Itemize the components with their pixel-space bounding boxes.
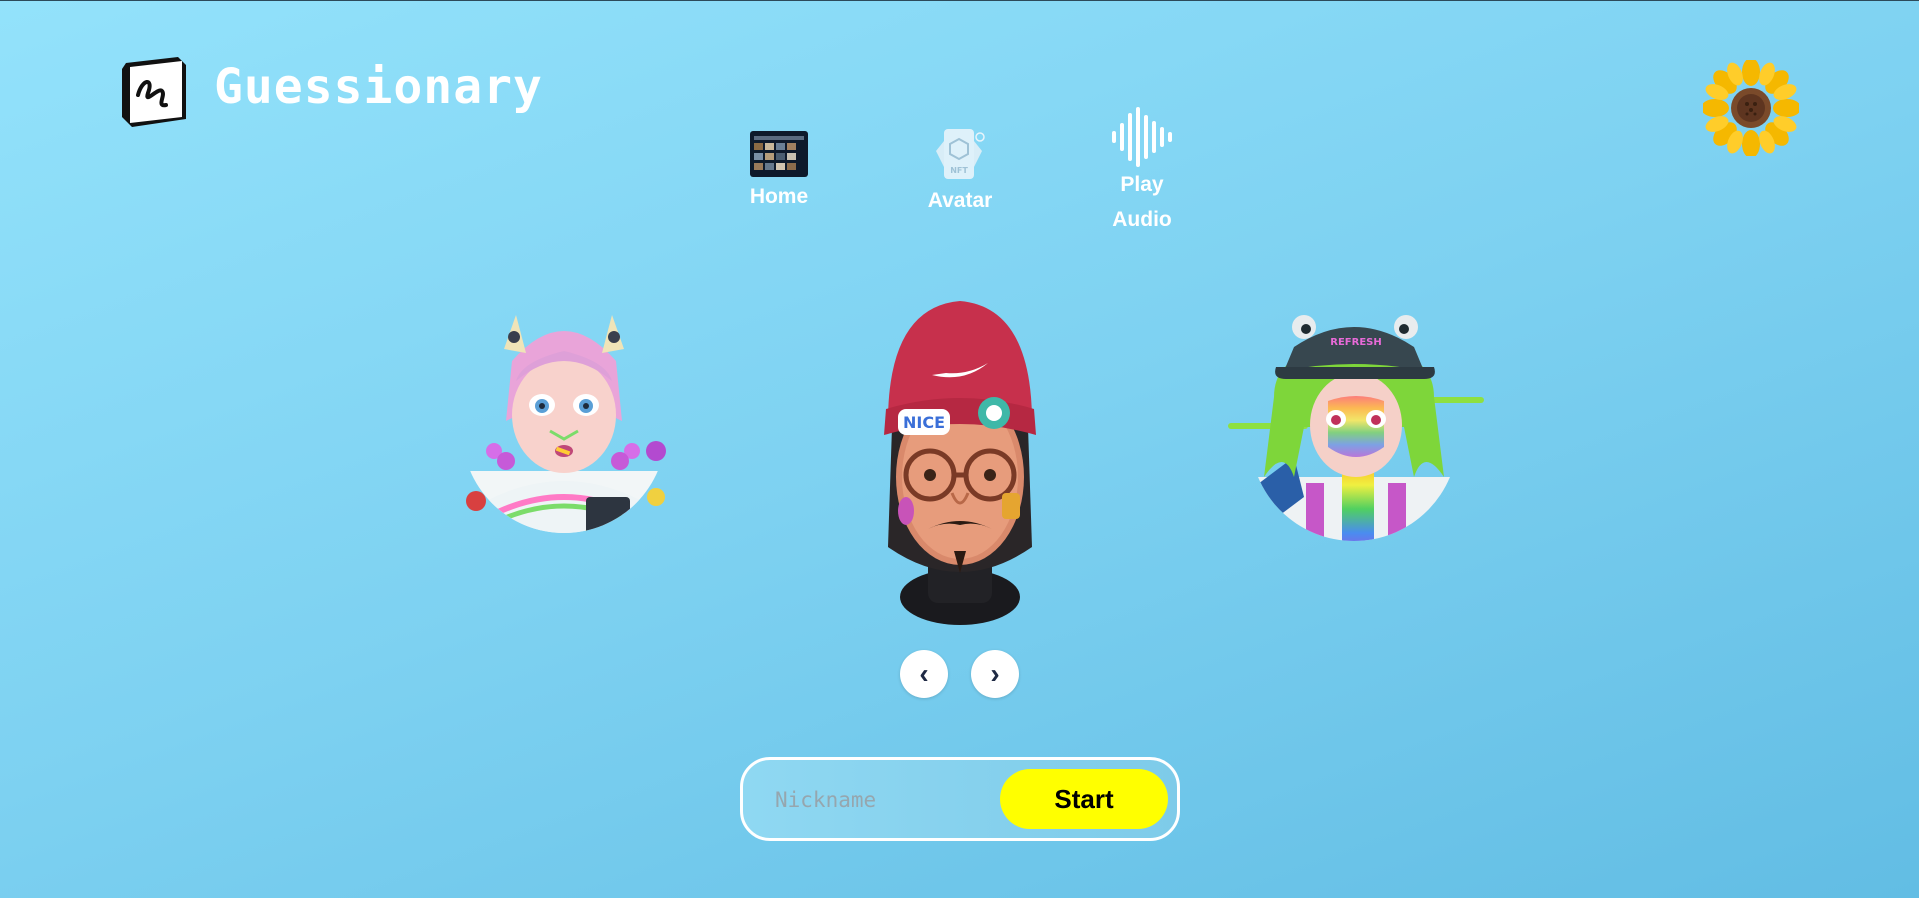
- nav-home[interactable]: Home: [744, 129, 814, 214]
- prev-avatar-button[interactable]: ‹: [900, 650, 948, 698]
- app-title: Guessionary: [214, 59, 543, 115]
- nav-play-audio-label: Play Audio: [1112, 173, 1172, 231]
- avatar-center-badge: NICE: [903, 413, 945, 432]
- nickname-input[interactable]: [773, 778, 977, 822]
- sound-wave-icon: [1112, 107, 1172, 167]
- chevron-right-icon: ›: [990, 658, 1000, 689]
- avatar-right[interactable]: REFRESH: [1224, 307, 1484, 567]
- sunflower-icon[interactable]: [1703, 60, 1799, 156]
- nav-home-label: Home: [749, 185, 809, 208]
- nav-avatar[interactable]: NFT Avatar: [918, 127, 1002, 218]
- scribble-box-logo-icon: [122, 57, 186, 127]
- start-button[interactable]: Start: [1000, 769, 1168, 829]
- nickname-form: Start: [740, 757, 1180, 841]
- chevron-left-icon: ‹: [919, 658, 929, 689]
- nft-cube-icon: NFT: [936, 129, 985, 179]
- app-logo[interactable]: Guessionary: [118, 53, 543, 129]
- next-avatar-button[interactable]: ›: [971, 650, 1019, 698]
- screenshot-thumbnail-icon: [750, 131, 808, 177]
- svg-text:NFT: NFT: [950, 166, 968, 175]
- avatar-left[interactable]: DOPAMINE: [456, 301, 672, 561]
- avatar-left-badge: DOPAMINE: [584, 530, 632, 540]
- avatar-center[interactable]: NICE: [868, 297, 1052, 627]
- nav-play-audio[interactable]: Play Audio: [1102, 107, 1182, 237]
- avatar-right-badge: REFRESH: [1330, 337, 1381, 348]
- nav-avatar-label: Avatar: [927, 189, 993, 212]
